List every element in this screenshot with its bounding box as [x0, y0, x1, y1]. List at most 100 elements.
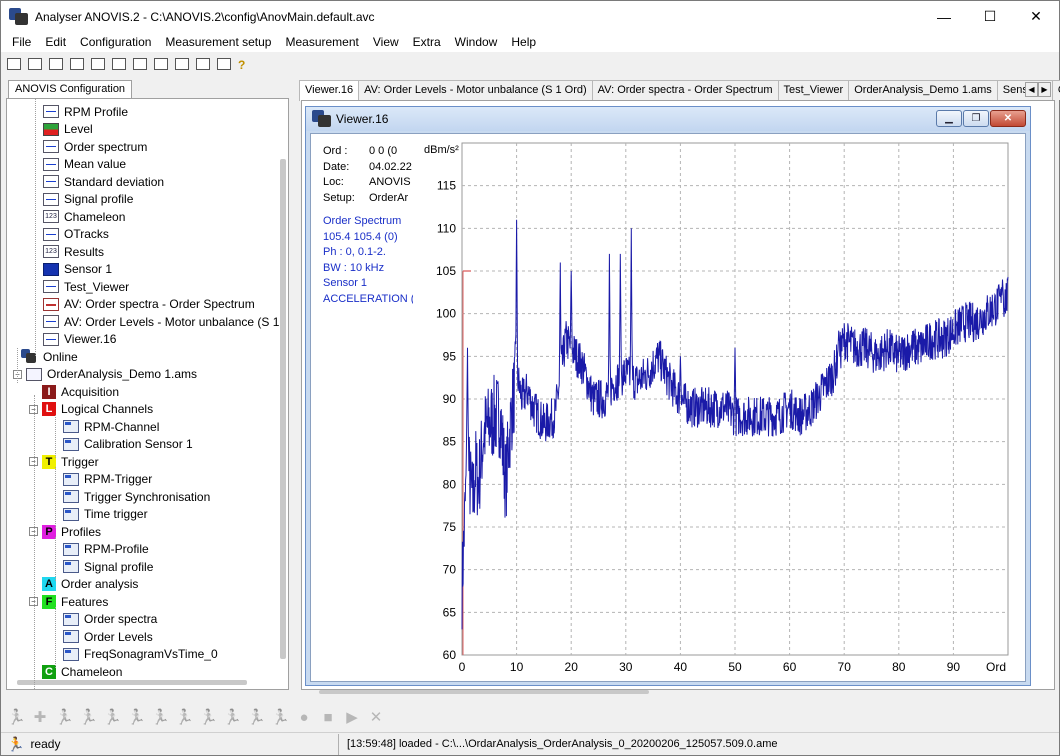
info-key: Date: — [323, 160, 350, 173]
cancel-icon[interactable]: ✕ — [367, 708, 385, 726]
tree-horizontal-scrollbar[interactable] — [17, 680, 247, 685]
tree-item[interactable]: C Chameleon — [29, 663, 122, 680]
tree-item[interactable]: Trigger Synchronisation — [63, 488, 210, 505]
tree-item[interactable]: Online — [21, 348, 78, 365]
run-icon[interactable]: 🏃 — [103, 708, 122, 726]
tree-connector — [35, 99, 36, 356]
tab-test-viewer[interactable]: Test_Viewer — [777, 80, 850, 100]
tree-item[interactable]: RPM Profile — [43, 103, 128, 120]
tree-item[interactable]: Order Levels — [63, 628, 153, 645]
add-icon[interactable]: ✚ — [31, 708, 49, 726]
open-folder-icon[interactable] — [26, 55, 44, 73]
tree-item[interactable]: − P Profiles — [29, 523, 101, 540]
tree-item[interactable]: Signal profile — [63, 558, 153, 575]
status-bar: 🏃 ready [13:59:48] loaded - C:\...\Ordar… — [1, 732, 1059, 755]
maximize-button[interactable]: ☐ — [967, 1, 1013, 32]
menu-configuration[interactable]: Configuration — [73, 35, 158, 49]
tree-item[interactable]: AV: Order Levels - Motor unbalance (S 1 — [43, 313, 279, 330]
close-button[interactable]: ✕ — [1013, 1, 1059, 32]
tab-scroll-left-icon[interactable]: ◀ — [1025, 82, 1038, 97]
tree-item[interactable]: 123 Chameleon — [43, 208, 125, 225]
minimize-button[interactable]: — — [921, 1, 967, 32]
start-icon[interactable]: 🏃 — [7, 708, 26, 726]
tree-item[interactable]: Viewer.16 — [43, 331, 116, 348]
tab-anovis-configuration[interactable]: ANOVIS Configuration — [8, 80, 133, 99]
tab-orderanalysis-demo-1-ams[interactable]: OrderAnalysis_Demo 1.ams — [848, 80, 998, 100]
run-icon[interactable]: 🏃 — [199, 708, 218, 726]
tree-connector — [34, 395, 35, 689]
tree-item[interactable]: Signal profile — [43, 191, 133, 208]
menu-file[interactable]: File — [5, 35, 38, 49]
viewer-close-button[interactable]: ✕ — [990, 110, 1026, 127]
tree-item[interactable]: A Order analysis — [29, 576, 138, 593]
viewer-restore-button[interactable]: ❐ — [963, 110, 989, 127]
order-spectrum-chart[interactable]: 0 10 20 30 40 50 60 70 80 90 60 65 70 75 80 85 90 95 100 10… — [412, 133, 1028, 683]
run-icon[interactable]: 🏃 — [55, 708, 74, 726]
tree-item[interactable]: FreqSonagramVsTime_0 — [63, 646, 218, 663]
menu-measurement-setup[interactable]: Measurement setup — [158, 35, 278, 49]
tree-item[interactable]: RPM-Trigger — [63, 471, 152, 488]
run-icon[interactable]: 🏃 — [247, 708, 266, 726]
document-horizontal-scrollbar[interactable] — [319, 690, 649, 694]
tab-av-order-spectra-order-spectrum[interactable]: AV: Order spectra - Order Spectrum — [591, 80, 779, 100]
tree-item[interactable]: Sensor 1 — [43, 261, 112, 278]
copy-icon[interactable] — [89, 55, 107, 73]
tree-item[interactable]: Time trigger — [63, 506, 148, 523]
run-icon[interactable]: 🏃 — [127, 708, 146, 726]
save-icon[interactable] — [47, 55, 65, 73]
help-icon[interactable]: ? — [236, 55, 254, 73]
category-t-icon: T — [42, 454, 56, 469]
tree-vertical-scrollbar[interactable] — [280, 159, 286, 659]
menu-window[interactable]: Window — [448, 35, 505, 49]
tab-scroll-right-icon[interactable]: ▶ — [1038, 82, 1051, 97]
new-file-icon[interactable] — [5, 55, 23, 73]
import-icon[interactable] — [152, 55, 170, 73]
tab-o[interactable]: O — [1051, 80, 1060, 100]
viewer-minimize-button[interactable]: ▁ — [936, 110, 962, 127]
stop-icon[interactable]: ■ — [319, 709, 337, 726]
tree-item[interactable]: − T Trigger — [29, 453, 99, 470]
tree-item[interactable]: 123 Results — [43, 243, 104, 260]
tree-item[interactable]: Calibration Sensor 1 — [63, 436, 193, 453]
config-tree: RPM Profile Level Order spectrum Mean value… — [6, 98, 289, 690]
menu-edit[interactable]: Edit — [38, 35, 73, 49]
tree-item[interactable]: AV: Order spectra - Order Spectrum — [43, 296, 255, 313]
play-icon[interactable]: ▶ — [343, 708, 361, 726]
level-icon — [43, 122, 59, 136]
tree-item[interactable]: I Acquisition — [29, 383, 119, 400]
print-icon[interactable] — [68, 55, 86, 73]
tree-item[interactable]: − L Logical Channels — [29, 401, 153, 418]
run-icon[interactable]: 🏃 — [151, 708, 170, 726]
device-icon[interactable] — [110, 55, 128, 73]
tab-av-order-levels-motor-unbalance-s-1-ord[interactable]: AV: Order Levels - Motor unbalance (S 1 … — [358, 80, 593, 100]
tree-item[interactable]: − F Features — [29, 593, 108, 610]
tree-item[interactable]: OTracks — [43, 226, 109, 243]
run-icon[interactable]: 🏃 — [175, 708, 194, 726]
tree-item[interactable]: Mean value — [43, 156, 126, 173]
spectrum-info-line: Order Spectrum — [323, 215, 402, 227]
tree-item[interactable]: RPM-Profile — [63, 541, 149, 558]
tree-item[interactable]: Level — [43, 121, 93, 138]
table-icon[interactable] — [215, 55, 233, 73]
tab-viewer-16[interactable]: Viewer.16 — [299, 80, 360, 101]
run-icon[interactable]: 🏃 — [79, 708, 98, 726]
menu-help[interactable]: Help — [504, 35, 543, 49]
run-icon[interactable]: 🏃 — [223, 708, 242, 726]
tree-item[interactable]: Standard deviation — [43, 173, 164, 190]
tree-item[interactable]: Order spectra — [63, 611, 157, 628]
x-tick-label: 30 — [619, 660, 633, 674]
filter-icon[interactable] — [131, 55, 149, 73]
menu-view[interactable]: View — [366, 35, 406, 49]
menu-measurement[interactable]: Measurement — [278, 35, 365, 49]
tree-item[interactable]: Order spectrum — [43, 138, 147, 155]
tree-item[interactable]: Test_Viewer — [43, 278, 129, 295]
tree-item[interactable]: − OrderAnalysis_Demo 1.ams — [13, 366, 197, 383]
viewer-title-bar[interactable]: Viewer.16 ▁ ❐ ✕ — [306, 107, 1030, 131]
spectrum-info-line: BW : 10 kHz — [323, 261, 385, 274]
chart-alt-icon[interactable] — [194, 55, 212, 73]
chart-icon[interactable] — [173, 55, 191, 73]
run-icon[interactable]: 🏃 — [271, 708, 290, 726]
menu-extra[interactable]: Extra — [406, 35, 448, 49]
record-icon[interactable]: ● — [295, 709, 313, 726]
tree-item[interactable]: RPM-Channel — [63, 418, 159, 435]
